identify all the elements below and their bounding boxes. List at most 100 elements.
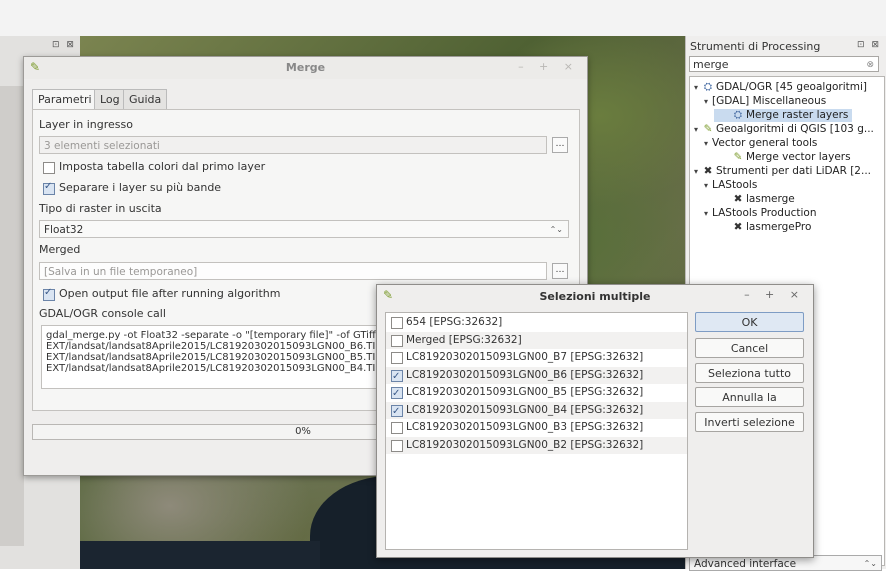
layer-list-item[interactable]: LC81920302015093LGN00_B6 [EPSG:32632] [386,366,687,385]
progress-text: 0% [295,426,311,437]
tree-item[interactable]: ▾ ✎ Geoalgoritmi di QGIS [103 g... [694,123,874,136]
layer-checkbox[interactable] [391,439,403,452]
tree-item[interactable]: ✖ lasmerge [714,193,795,206]
separate-bands-checkbox[interactable] [43,181,55,195]
raster-type-select[interactable]: Float32 ⌃⌄ [39,220,569,238]
layer-label: 654 [EPSG:32632] [406,316,503,328]
map-sea-area [80,541,320,569]
tree-item[interactable]: ▾ Vector general tools [704,137,817,150]
layer-list-item[interactable]: LC81920302015093LGN00_B2 [EPSG:32632] [386,436,687,454]
tree-item-label: LAStools [712,179,758,191]
expand-arrow-icon[interactable]: ▾ [704,95,712,108]
tree-item[interactable]: ▾ LAStools [704,179,757,192]
gdal-icon: ⛭ [733,109,743,121]
multi-select-dialog: ✎ Selezioni multiple – + × 654 [EPSG:326… [376,284,814,558]
layer-label: LC81920302015093LGN00_B5 [EPSG:32632] [406,386,644,398]
tree-item-label: [GDAL] Miscellaneous [712,95,827,107]
tree-item[interactable]: ▾ ✖ Strumenti per dati LiDAR [2... [694,165,871,178]
interface-mode-value: Advanced interface [694,558,797,570]
layer-list-item[interactable]: LC81920302015093LGN00_B4 [EPSG:32632] [386,401,687,420]
lidar-icon: ✖ [733,221,743,233]
layer-label: LC81920302015093LGN00_B6 [EPSG:32632] [406,368,644,381]
panel-window-buttons[interactable]: ⊡ ⊠ [857,40,881,50]
tree-item-label: lasmerge [746,193,795,205]
multi-select-titlebar[interactable]: ✎ Selezioni multiple – + × [377,285,813,307]
input-layers-field[interactable]: 3 elementi selezionati [39,136,547,154]
tab-guida[interactable]: Guida [123,89,168,109]
clear-search-icon[interactable]: ⊗ [866,57,874,73]
qgis-icon: ✎ [703,123,713,135]
merge-window-controls[interactable]: – + × [518,60,579,73]
expand-arrow-icon[interactable]: ▾ [694,81,702,94]
search-value: merge [693,58,729,71]
expand-arrow-icon[interactable]: ▾ [694,123,702,136]
separate-bands-label: Separare i layer su più bande [59,181,222,194]
spinner-arrows-icon: ⌃⌄ [549,225,563,234]
invert-selection-button[interactable]: Inverti selezione [695,412,804,432]
raster-type-label: Tipo di raster in uscita [39,202,162,215]
merge-titlebar[interactable]: ✎ Merge – + × [24,57,587,79]
layer-checkbox[interactable] [391,334,403,347]
layer-list-item[interactable]: LC81920302015093LGN00_B7 [EPSG:32632] [386,349,687,366]
select-all-button[interactable]: Seleziona tutto [695,363,804,383]
tree-item-label: Merge raster layers [746,109,849,121]
expand-arrow-icon[interactable]: ▾ [694,165,702,178]
layer-label: Merged [EPSG:32632] [406,333,522,346]
merge-dialog-title: Merge [285,61,326,74]
lidar-icon: ✖ [703,165,713,177]
desktop-top-bar [0,0,886,36]
merged-output-field[interactable]: [Salva in un file temporaneo] [39,262,547,280]
open-output-checkbox[interactable] [43,287,55,301]
tree-item[interactable]: ▾ ⛭ GDAL/OGR [45 geoalgoritmi] [694,81,867,94]
layer-checkbox[interactable] [391,317,403,329]
layer-label: LC81920302015093LGN00_B7 [EPSG:32632] [406,351,644,363]
layer-checkbox[interactable] [391,368,403,385]
multi-select-window-controls[interactable]: – + × [744,288,805,301]
expand-arrow-icon[interactable]: ▾ [704,137,712,150]
input-layers-label: Layer in ingresso [39,118,133,131]
tree-item[interactable]: ⛭ Merge raster layers [714,109,853,122]
tree-item[interactable]: ✎ Merge vector layers [714,151,851,164]
tab-log[interactable]: Log [94,89,126,109]
processing-search-input[interactable]: merge ⊗ [689,56,879,72]
layer-label: LC81920302015093LGN00_B2 [EPSG:32632] [406,438,644,451]
layer-selection-list[interactable]: 654 [EPSG:32632] Merged [EPSG:32632] LC819… [385,312,688,550]
tree-item-label: Strumenti per dati LiDAR [2... [716,165,871,177]
left-dock-buttons[interactable]: ⊡ ⊠ [52,40,76,50]
layer-checkbox[interactable] [391,385,403,402]
layer-label: LC81920302015093LGN00_B3 [EPSG:32632] [406,421,644,433]
lidar-icon: ✖ [733,193,743,205]
merged-output-browse-button[interactable]: … [552,263,568,279]
tree-item-label: lasmergePro [746,221,812,233]
tree-item-label: Vector general tools [712,137,818,149]
tree-item-label: Geoalgoritmi di QGIS [103 g... [716,123,874,135]
tree-item-label: LAStools Production [712,207,817,219]
expand-arrow-icon[interactable]: ▾ [704,207,712,220]
layer-checkbox[interactable] [391,422,403,434]
layer-list-item[interactable]: 654 [EPSG:32632] [386,314,687,331]
ok-button[interactable]: OK [695,312,804,332]
layer-checkbox[interactable] [391,403,403,420]
layer-checkbox[interactable] [391,352,403,364]
spinner-arrows-icon: ⌃⌄ [863,559,877,568]
open-output-label: Open output file after running algorithm [59,287,281,300]
left-dock-panel [0,86,24,546]
qgis-icon: ✎ [733,151,743,163]
color-table-checkbox[interactable] [43,162,55,174]
color-table-label: Imposta tabella colori dal primo layer [59,160,266,173]
layer-list-item[interactable]: Merged [EPSG:32632] [386,331,687,349]
expand-arrow-icon[interactable]: ▾ [704,179,712,192]
clear-selection-button[interactable]: Annulla la selezione [695,387,804,424]
input-layers-browse-button[interactable]: … [552,137,568,153]
tree-item[interactable]: ▾ [GDAL] Miscellaneous [704,95,826,108]
layer-list-item[interactable]: LC81920302015093LGN00_B3 [EPSG:32632] [386,419,687,436]
processing-panel-title: Strumenti di Processing [690,40,821,53]
console-label: GDAL/OGR console call [39,307,166,320]
cancel-button[interactable]: Cancel [695,338,804,358]
layer-list-item[interactable]: LC81920302015093LGN00_B5 [EPSG:32632] [386,384,687,402]
tree-item[interactable]: ✖ lasmergePro [714,221,812,234]
tree-item[interactable]: ▾ LAStools Production [704,207,817,220]
tab-parametri[interactable]: Parametri [32,89,98,110]
tree-item-label: GDAL/OGR [45 geoalgoritmi] [716,81,868,93]
merged-label: Merged [39,243,81,256]
